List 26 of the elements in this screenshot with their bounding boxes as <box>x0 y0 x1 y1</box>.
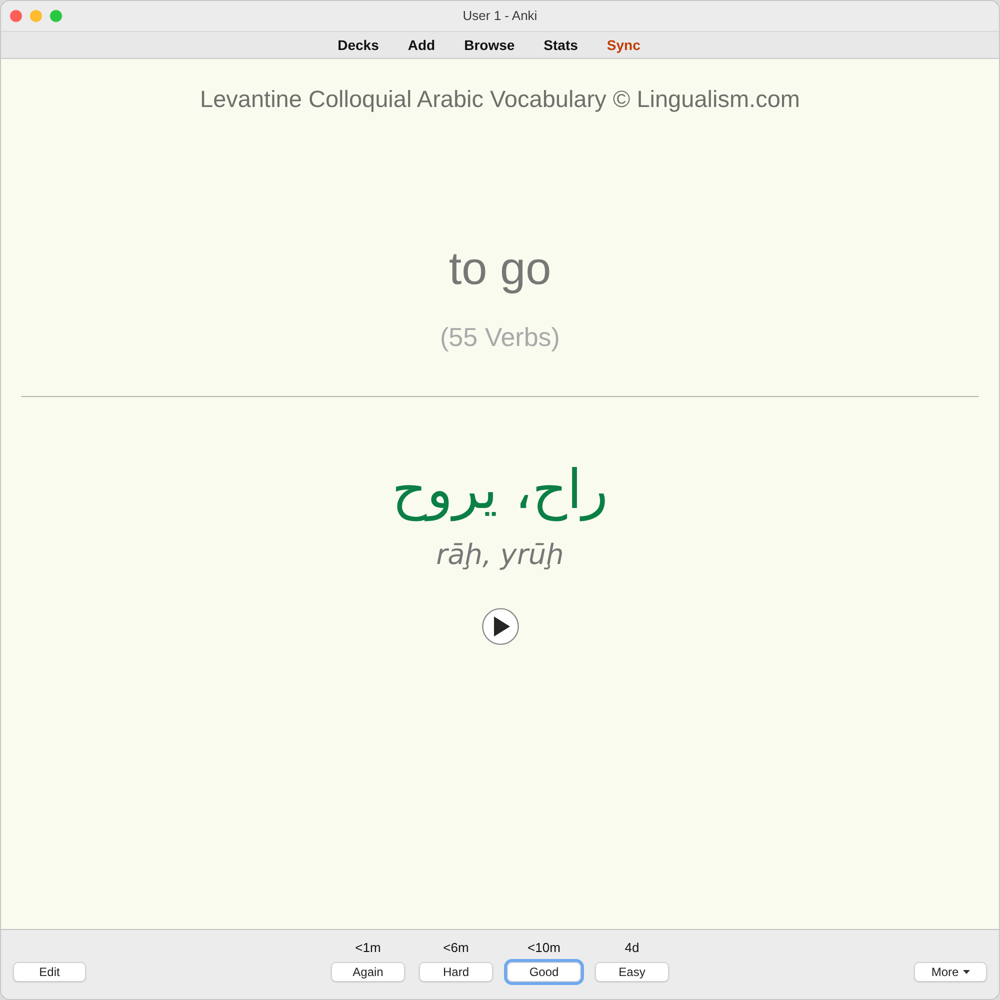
toolbar-link[interactable]: Browse <box>464 34 515 56</box>
minimize-icon[interactable] <box>30 10 42 22</box>
word-category: (55 Verbs) <box>440 321 560 354</box>
edit-button[interactable]: Edit <box>13 962 86 982</box>
toolbar-link[interactable]: Add <box>408 34 436 56</box>
answer-button[interactable]: Good <box>507 962 581 982</box>
more-button[interactable]: More <box>914 962 987 982</box>
front-word: to go <box>448 242 552 294</box>
maximize-icon[interactable] <box>50 10 62 22</box>
toolbar-link[interactable]: Decks <box>338 34 379 56</box>
interval-label: 4d <box>624 940 640 956</box>
toolbar-link[interactable]: Stats <box>544 34 578 56</box>
deck-header: Levantine Colloquial Arabic Vocabulary © Lingualism.com <box>200 85 800 114</box>
transliteration: rāḩ, yrūḩ <box>436 537 564 573</box>
interval-label: <6m <box>443 940 469 956</box>
answer-button[interactable]: Easy <box>595 962 669 982</box>
interval-label: <10m <box>528 940 560 956</box>
answer-button[interactable]: Again <box>331 962 405 982</box>
play-icon[interactable] <box>482 608 518 645</box>
window-title: User 1 - Anki <box>462 7 538 26</box>
toolbar-link[interactable]: Sync <box>606 34 640 56</box>
answer-button[interactable]: Hard <box>419 962 493 982</box>
arabic-word: راح، يروح <box>392 457 608 524</box>
caret-icon <box>962 970 970 974</box>
close-icon[interactable] <box>10 10 22 22</box>
interval-label: <1m <box>355 940 381 956</box>
